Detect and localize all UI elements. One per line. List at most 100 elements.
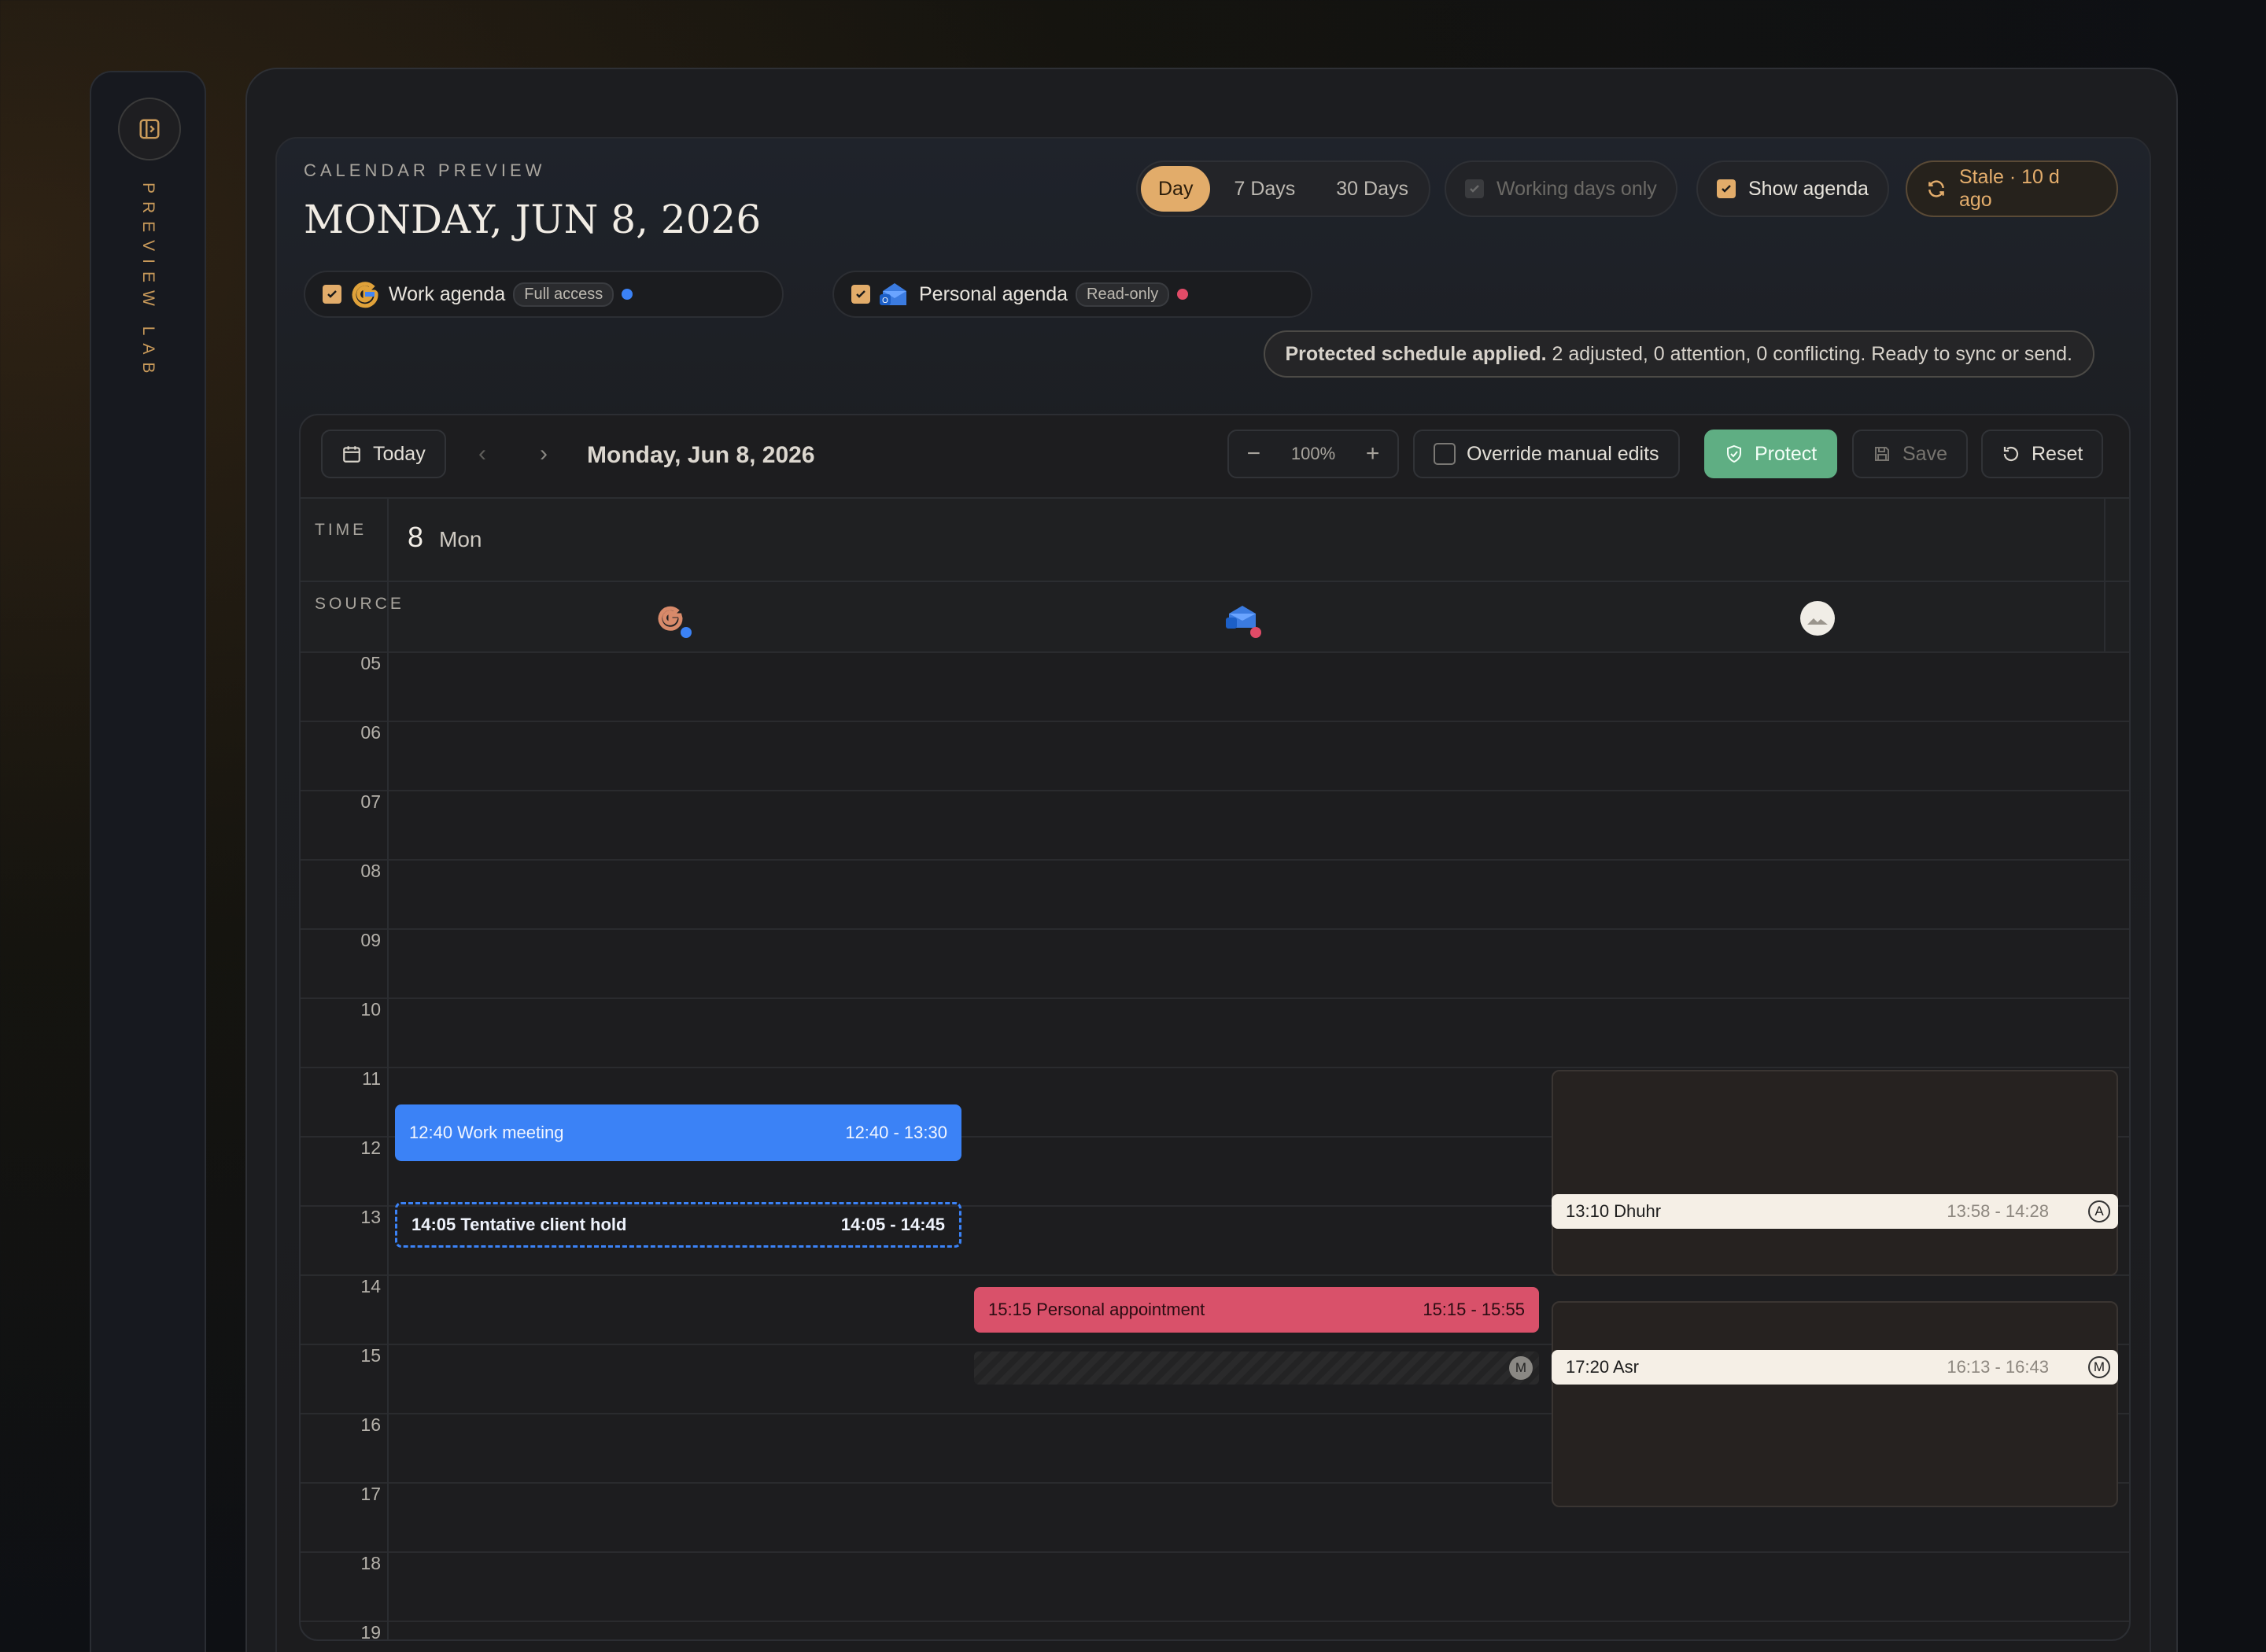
calendar-grid: Today ‹ › Monday, Jun 8, 2026 − 100% + O… <box>299 414 2131 1641</box>
event-asr[interactable]: 17:20 Asr 16:13 - 16:43 M <box>1552 1350 2118 1385</box>
event-title: 13:10 Dhuhr <box>1566 1201 1662 1221</box>
show-agenda-toggle[interactable]: Show agenda <box>1696 160 1889 217</box>
checkbox-disabled-icon[interactable] <box>1465 179 1484 198</box>
event-title: 14:05 Tentative client hold <box>411 1215 627 1234</box>
event-dhuhr[interactable]: 13:10 Dhuhr 13:58 - 14:28 A <box>1552 1194 2118 1229</box>
view-switcher: Day 7 Days 30 Days <box>1136 160 1430 217</box>
source-color-dot <box>622 289 633 300</box>
event-time: 12:40 - 13:30 <box>845 1123 947 1142</box>
view-7days-button[interactable]: 7 Days <box>1216 166 1312 212</box>
hour-line <box>301 790 2129 791</box>
hour-label: 07 <box>360 791 381 812</box>
zoom-out-icon[interactable]: − <box>1229 441 1279 467</box>
event-work-meeting[interactable]: 12:40 Work meeting 12:40 - 13:30 <box>395 1104 961 1161</box>
hour-line <box>301 928 2129 930</box>
auto-tag-icon: A <box>2088 1200 2110 1222</box>
zoom-control: − 100% + <box>1227 430 1399 478</box>
day-header-row: TIME 8 Mon <box>301 499 2129 582</box>
google-icon <box>352 282 378 308</box>
hour-label: 10 <box>360 999 381 1020</box>
status-text: 2 adjusted, 0 attention, 0 conflicting. … <box>1552 342 2072 365</box>
hour-label: 15 <box>360 1345 381 1366</box>
calendar-icon <box>343 446 360 463</box>
working-days-toggle[interactable]: Working days only <box>1445 160 1677 217</box>
today-button[interactable]: Today <box>321 430 446 478</box>
hour-line <box>301 651 2129 653</box>
prev-arrow-icon[interactable]: ‹ <box>478 441 486 467</box>
hour-label: 12 <box>360 1138 381 1158</box>
manual-tag-icon: M <box>2088 1356 2110 1378</box>
svg-text:O: O <box>882 297 888 305</box>
time-grid: 12:40 Work meeting 12:40 - 13:30 14:05 Te… <box>301 651 2129 1639</box>
override-toggle[interactable]: Override manual edits <box>1413 430 1680 478</box>
today-label: Today <box>373 442 426 465</box>
next-arrow-icon[interactable]: › <box>540 441 548 467</box>
checkbox-checked-icon[interactable] <box>851 285 870 304</box>
shield-icon <box>1727 444 1741 463</box>
manual-marker-icon: M <box>1509 1356 1533 1380</box>
reset-label: Reset <box>2032 442 2083 465</box>
stale-label: Stale · 10 d ago <box>1958 166 2060 211</box>
hour-line <box>301 997 2129 999</box>
event-time: 16:13 - 16:43 <box>1947 1357 2049 1377</box>
save-label: Save <box>1902 442 1947 465</box>
source-label: Personal agenda <box>919 282 1068 305</box>
save-icon <box>1875 447 1889 461</box>
hour-label: 17 <box>360 1484 381 1504</box>
hour-label: 16 <box>360 1414 381 1435</box>
outlook-icon <box>1226 606 1261 638</box>
event-time: 15:15 - 15:55 <box>1423 1300 1525 1319</box>
header-area: CALENDAR PREVIEW MONDAY, JUN 8, 2026 Wor… <box>274 135 2150 450</box>
event-time: 14:05 - 14:45 <box>840 1215 945 1234</box>
eyebrow: CALENDAR PREVIEW <box>304 160 546 180</box>
hour-label: 06 <box>360 722 381 743</box>
stale-sync-button[interactable]: Stale · 10 d ago <box>1906 160 2118 217</box>
sidebar-toggle-button[interactable] <box>118 98 181 160</box>
status-bold: Protected schedule applied. <box>1285 342 1547 365</box>
hour-label: 05 <box>360 653 381 673</box>
source-work[interactable]: Work agenda Full access <box>304 271 784 318</box>
checkbox-checked-icon[interactable] <box>323 285 341 304</box>
checkbox-unchecked-icon[interactable] <box>1434 443 1456 465</box>
buffer-block: M <box>974 1351 1539 1385</box>
hour-label: 08 <box>360 861 381 881</box>
source-header-row: SOURCE <box>301 582 2129 653</box>
access-badge: Full access <box>513 282 614 307</box>
hour-line <box>301 859 2129 861</box>
current-date: Monday, Jun 8, 2026 <box>587 442 815 468</box>
event-tentative-hold[interactable]: 14:05 Tentative client hold 14:05 - 14:45 <box>395 1202 961 1248</box>
event-time: 13:58 - 14:28 <box>1947 1201 2049 1221</box>
source-color-dot <box>1177 289 1189 300</box>
source-label: Work agenda <box>389 282 506 305</box>
event-title: 15:15 Personal appointment <box>988 1300 1205 1319</box>
save-button[interactable]: Save <box>1852 430 1968 478</box>
protect-button[interactable]: Protect <box>1704 430 1838 478</box>
hour-label: 18 <box>360 1553 381 1573</box>
event-personal-appointment[interactable]: 15:15 Personal appointment 15:15 - 15:55 <box>974 1287 1539 1333</box>
refresh-icon <box>1928 180 1944 197</box>
zoom-level: 100% <box>1290 444 1336 463</box>
hour-label: 14 <box>360 1276 381 1296</box>
show-agenda-label: Show agenda <box>1748 177 1869 200</box>
google-icon <box>658 606 692 638</box>
status-message: Protected schedule applied. 2 adjusted, … <box>1263 330 2094 378</box>
event-title: 12:40 Work meeting <box>409 1123 564 1142</box>
source-column-label: SOURCE <box>315 595 404 613</box>
outlook-icon: O <box>880 283 906 305</box>
reset-icon <box>2003 446 2019 462</box>
prayer-window <box>1552 1301 2118 1507</box>
view-30days-button[interactable]: 30 Days <box>1319 166 1426 212</box>
reset-button[interactable]: Reset <box>1981 430 2104 478</box>
day-name: Mon <box>439 527 482 551</box>
zoom-in-icon[interactable]: + <box>1348 441 1397 467</box>
hour-line <box>301 721 2129 722</box>
hour-line <box>301 1067 2129 1068</box>
checkbox-checked-icon[interactable] <box>1717 179 1736 198</box>
mosque-icon <box>1800 601 1835 636</box>
hour-label: 13 <box>360 1207 381 1227</box>
prayer-window <box>1552 1070 2118 1276</box>
override-label: Override manual edits <box>1467 442 1659 465</box>
source-personal[interactable]: O Personal agenda Read-only <box>832 271 1312 318</box>
hour-line <box>301 1551 2129 1553</box>
view-day-button[interactable]: Day <box>1141 166 1211 212</box>
